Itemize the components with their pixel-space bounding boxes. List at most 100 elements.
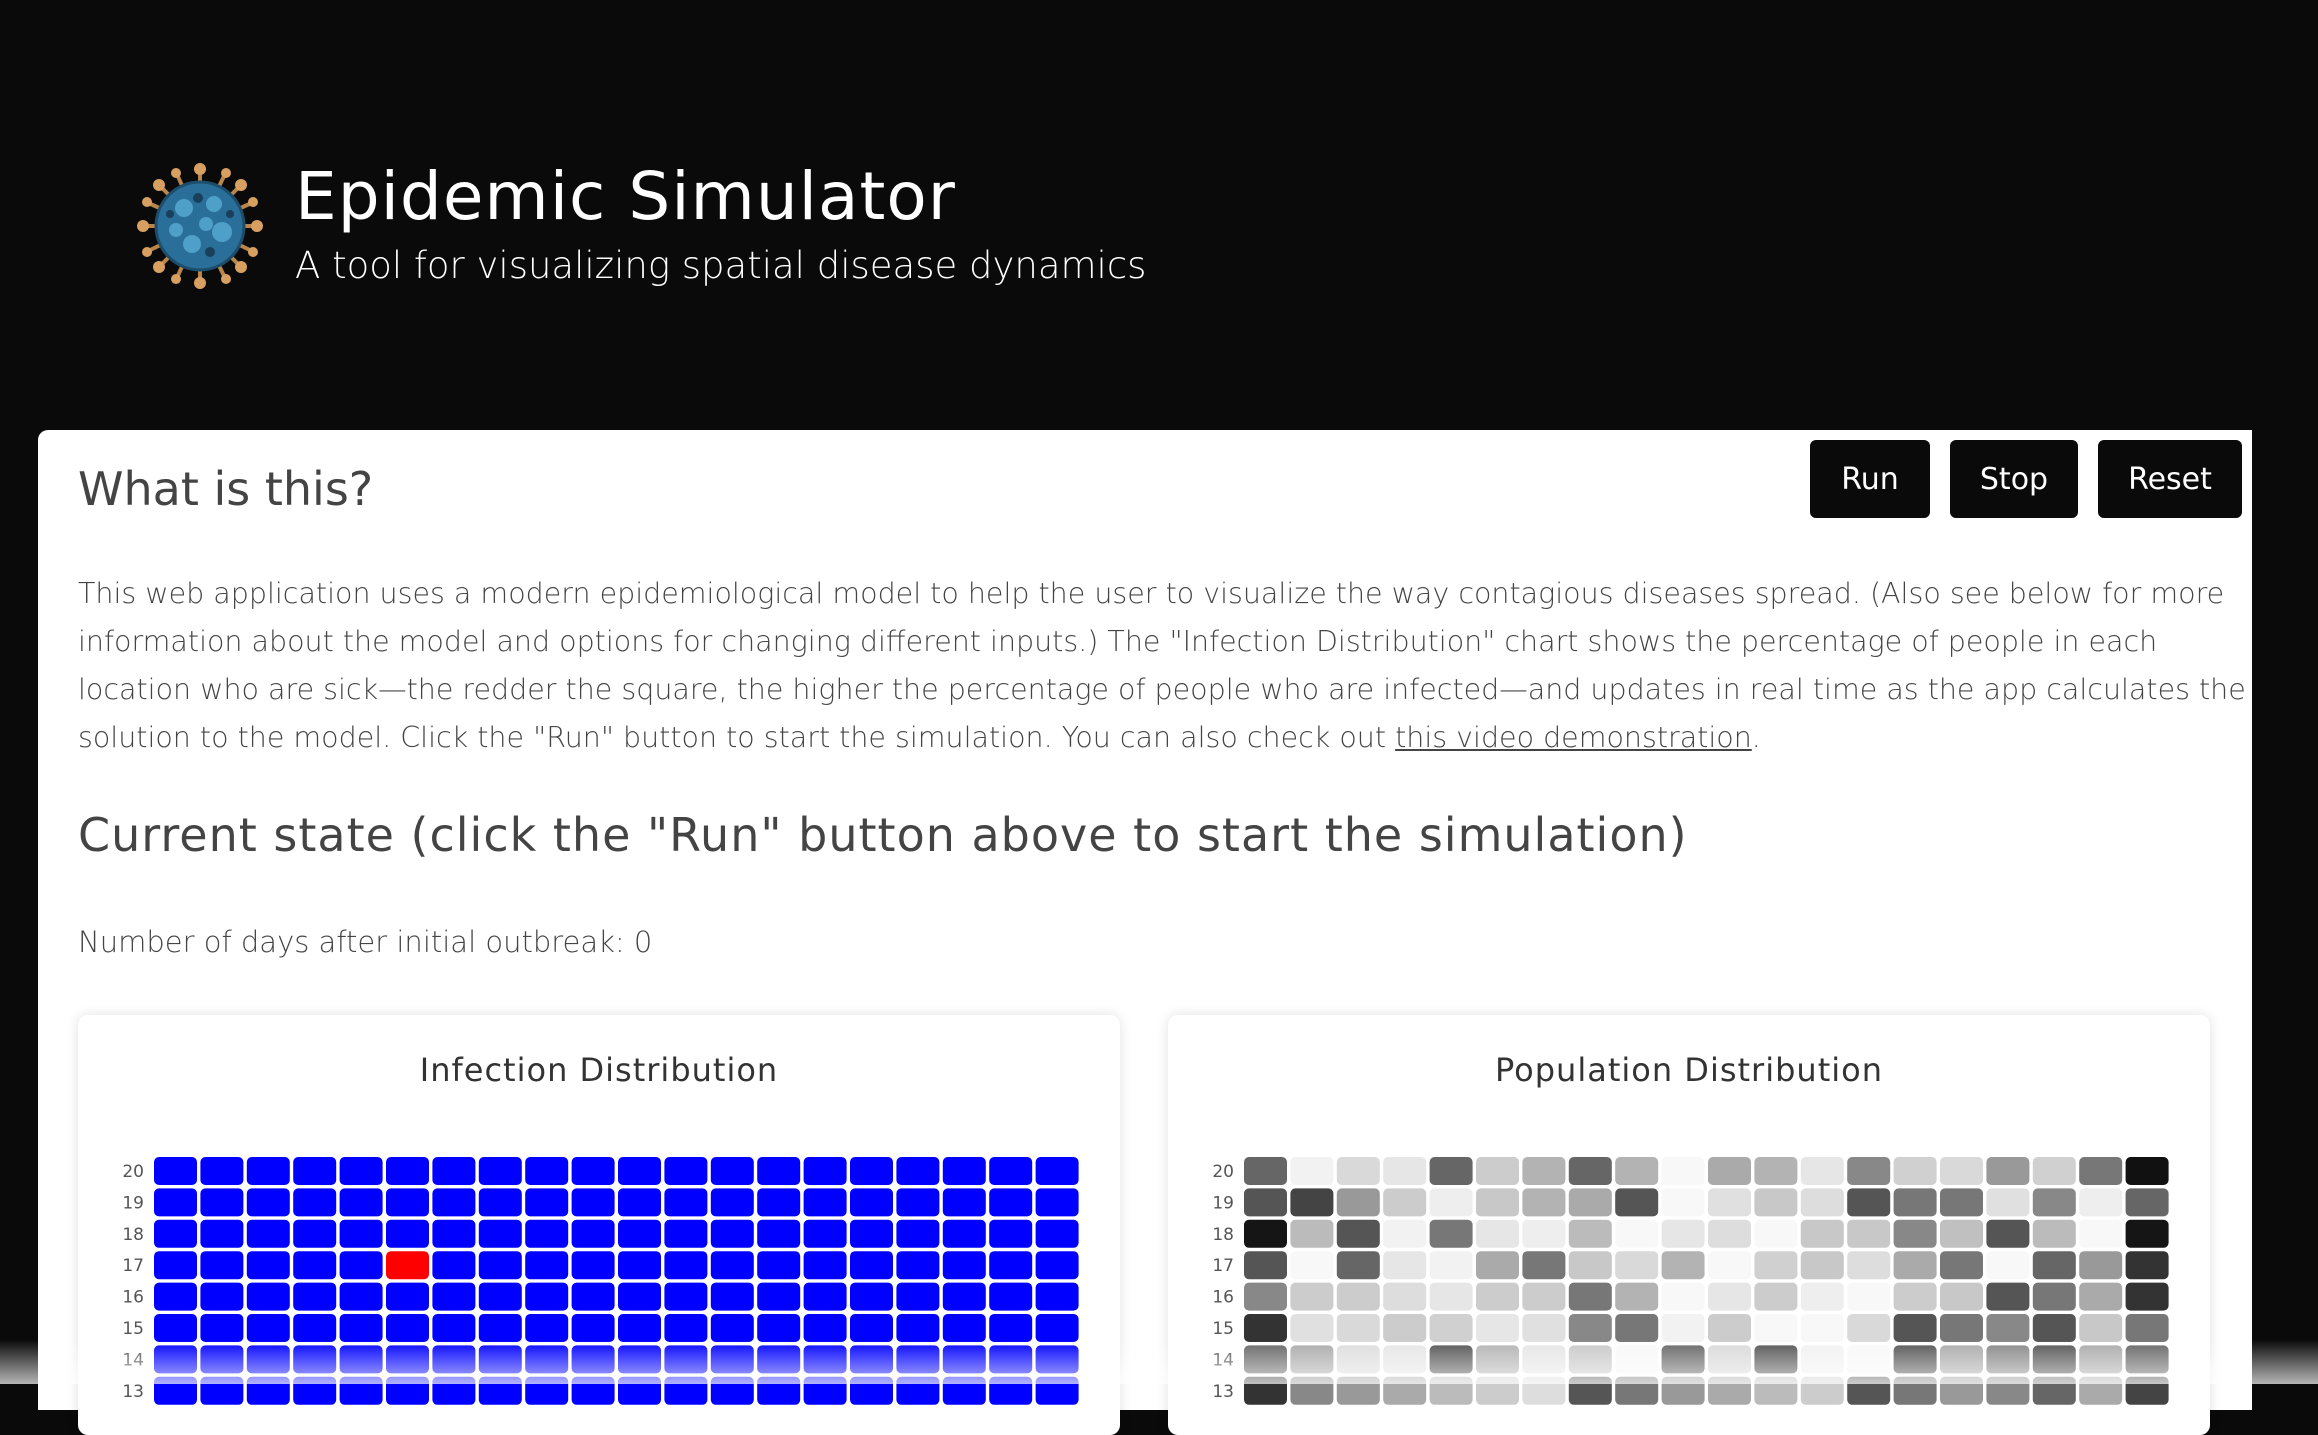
population-cell xyxy=(1847,1188,1891,1217)
population-cell xyxy=(1383,1314,1427,1342)
infection-cell xyxy=(432,1251,476,1280)
population-y-tick: 18 xyxy=(1212,1225,1234,1245)
population-cell xyxy=(1661,1345,1705,1374)
population-cell xyxy=(1893,1282,1937,1311)
infection-cell xyxy=(850,1157,893,1185)
reset-button[interactable]: Reset xyxy=(2098,440,2242,518)
population-cell xyxy=(2125,1376,2169,1405)
population-y-tick: 14 xyxy=(1212,1350,1234,1370)
infection-cell xyxy=(850,1314,893,1342)
population-cell xyxy=(1290,1314,1334,1342)
population-cell xyxy=(1290,1345,1334,1374)
infection-cell xyxy=(803,1376,847,1405)
population-cell xyxy=(1244,1251,1287,1280)
infection-cell xyxy=(710,1376,754,1405)
population-cell xyxy=(1383,1251,1427,1280)
infection-cell xyxy=(803,1219,847,1248)
infection-cell xyxy=(850,1345,893,1374)
population-cell xyxy=(1800,1219,1844,1248)
infection-y-tick: 14 xyxy=(122,1350,144,1370)
infection-cell xyxy=(200,1314,244,1342)
infection-cell xyxy=(942,1157,986,1185)
population-cell xyxy=(2079,1188,2123,1217)
population-cell xyxy=(2032,1219,2076,1248)
infection-cell xyxy=(850,1282,893,1311)
infection-cell xyxy=(571,1376,615,1405)
infection-cell xyxy=(1035,1345,1079,1374)
population-cell xyxy=(1429,1314,1473,1342)
population-cell xyxy=(1568,1282,1612,1311)
population-y-tick: 20 xyxy=(1212,1162,1234,1182)
infection-cell xyxy=(571,1219,615,1248)
infection-chart-panel: Infection Distribution 20 19 18 17 16 15 14 13 xyxy=(78,1015,1120,1435)
population-cell xyxy=(1661,1219,1705,1248)
infection-cell xyxy=(154,1314,197,1342)
population-cell xyxy=(1290,1157,1334,1185)
population-cell xyxy=(1476,1314,1519,1342)
population-cell xyxy=(1290,1188,1334,1217)
infection-cell xyxy=(942,1314,986,1342)
population-cell xyxy=(1615,1251,1659,1280)
population-cell xyxy=(2125,1345,2169,1374)
population-cell xyxy=(1847,1345,1891,1374)
population-cell xyxy=(1940,1219,1983,1248)
infection-cell xyxy=(803,1282,847,1311)
population-cell xyxy=(1429,1219,1473,1248)
population-cell xyxy=(1661,1376,1705,1405)
population-cell xyxy=(2079,1376,2123,1405)
infection-cell xyxy=(386,1219,429,1248)
infection-cell xyxy=(246,1376,290,1405)
population-cell xyxy=(1244,1282,1287,1311)
population-cell xyxy=(1476,1345,1519,1374)
main-card: Run Stop Reset What is this? This web ap… xyxy=(38,430,2252,1435)
population-cell xyxy=(1568,1157,1612,1185)
infection-cell xyxy=(432,1188,476,1217)
infection-cell xyxy=(200,1376,244,1405)
population-cell xyxy=(2079,1157,2123,1185)
video-demo-link[interactable]: this video demonstration xyxy=(1395,721,1752,754)
infection-cell xyxy=(896,1219,940,1248)
infection-cell xyxy=(478,1188,522,1217)
infection-cell xyxy=(618,1314,661,1342)
population-cell xyxy=(2032,1251,2076,1280)
infection-cell xyxy=(339,1188,383,1217)
infection-cell xyxy=(664,1251,708,1280)
population-cell xyxy=(1708,1188,1751,1217)
population-y-tick: 17 xyxy=(1212,1256,1234,1276)
infection-cell xyxy=(571,1251,615,1280)
infection-cell xyxy=(293,1188,337,1217)
current-state-heading: Current state (click the "Run" button ab… xyxy=(78,808,1688,862)
stop-button[interactable]: Stop xyxy=(1950,440,2078,518)
population-cell xyxy=(1476,1251,1519,1280)
population-cell xyxy=(1244,1157,1287,1185)
population-cell xyxy=(1708,1157,1751,1185)
infection-cell xyxy=(757,1251,801,1280)
infection-cell xyxy=(246,1157,290,1185)
infection-cell xyxy=(896,1188,940,1217)
population-cell xyxy=(1986,1157,2030,1185)
population-cell xyxy=(1476,1157,1519,1185)
infection-cell xyxy=(896,1157,940,1185)
population-cell xyxy=(1336,1314,1380,1342)
infection-cell xyxy=(525,1188,569,1217)
population-cell xyxy=(2032,1345,2076,1374)
run-button[interactable]: Run xyxy=(1810,440,1930,518)
population-cell xyxy=(1383,1157,1427,1185)
population-cell xyxy=(1708,1219,1751,1248)
population-cell xyxy=(1754,1376,1798,1405)
days-counter: Number of days after initial outbreak: 0 xyxy=(78,925,653,959)
infection-cell xyxy=(664,1282,708,1311)
infection-cell xyxy=(339,1251,383,1280)
population-cell xyxy=(1522,1314,1566,1342)
population-cell xyxy=(2032,1314,2076,1342)
population-cell xyxy=(1568,1314,1612,1342)
population-cell xyxy=(1336,1251,1380,1280)
population-cell xyxy=(1336,1345,1380,1374)
infection-cell xyxy=(154,1376,197,1405)
population-cell xyxy=(1893,1188,1937,1217)
population-cell xyxy=(1754,1251,1798,1280)
infection-chart-title: Infection Distribution xyxy=(419,1051,779,1089)
infection-cell xyxy=(525,1376,569,1405)
population-cell xyxy=(1522,1219,1566,1248)
infection-cell xyxy=(1035,1376,1079,1405)
